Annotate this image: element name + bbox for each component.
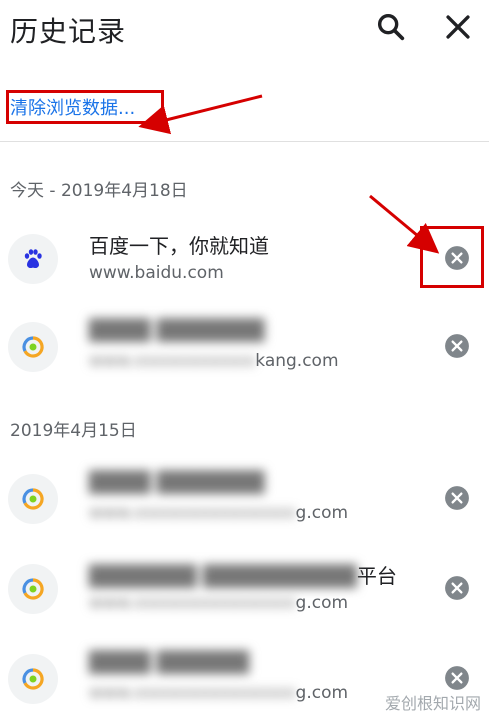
history-item-url-visible: g.com bbox=[295, 503, 349, 523]
history-item-url: www.xxxxxxxxxxxxkang.com bbox=[89, 351, 339, 371]
favicon bbox=[8, 564, 58, 614]
history-item-title-blurred: ████ ███████ bbox=[89, 470, 265, 494]
search-button[interactable] bbox=[374, 10, 408, 44]
divider bbox=[0, 141, 489, 142]
history-item-title-visible: 平台 bbox=[356, 564, 397, 588]
watermark: 爱创根知识网 bbox=[384, 694, 481, 713]
site-favicon-icon bbox=[22, 336, 44, 358]
history-item-url: www.baidu.com bbox=[89, 263, 224, 283]
history-item-url-visible: g.com bbox=[295, 683, 349, 703]
favicon bbox=[8, 474, 58, 524]
history-item[interactable]: 百度一下，你就知道 www.baidu.com bbox=[0, 218, 489, 304]
history-item[interactable]: ████ ███████ www.xxxxxxxxxxxxkang.com bbox=[0, 306, 489, 392]
page-title: 历史记录 bbox=[10, 15, 127, 48]
remove-item-button[interactable] bbox=[444, 665, 470, 691]
remove-circle-icon bbox=[445, 334, 469, 358]
annotation-highlight-remove-button bbox=[420, 226, 484, 288]
baidu-paw-icon bbox=[24, 249, 42, 268]
close-icon bbox=[446, 15, 470, 39]
section-date-label: 2019年4月15日 bbox=[10, 421, 137, 441]
remove-circle-icon bbox=[445, 576, 469, 600]
site-favicon-icon bbox=[22, 578, 44, 600]
search-icon bbox=[377, 13, 405, 41]
remove-item-button[interactable] bbox=[444, 575, 470, 601]
close-button[interactable] bbox=[441, 10, 475, 44]
app-header: 历史记录 bbox=[0, 0, 489, 62]
history-item-url: www.xxxxxxxxxxxxxxxxg.com bbox=[89, 683, 349, 703]
history-item[interactable]: ███████ ██████████平台 www.xxxxxxxxxxxxxxx… bbox=[0, 548, 489, 634]
annotation-highlight-clear-link bbox=[6, 90, 164, 124]
history-item[interactable]: ████ ███████ www.xxxxxxxxxxxxxxxxg.com bbox=[0, 458, 489, 544]
history-item-url: www.xxxxxxxxxxxxxxxxg.com bbox=[89, 503, 349, 523]
favicon bbox=[8, 322, 58, 372]
remove-circle-icon bbox=[445, 486, 469, 510]
history-item-title-blurred: ████ ██████ bbox=[89, 650, 250, 674]
history-item-title-blurred: ████ ███████ bbox=[89, 318, 265, 342]
site-favicon-icon bbox=[22, 488, 44, 510]
remove-item-button[interactable] bbox=[444, 333, 470, 359]
favicon bbox=[8, 234, 58, 284]
section-date-label: 今天 - 2019年4月18日 bbox=[10, 181, 188, 201]
favicon bbox=[8, 654, 58, 704]
remove-circle-icon bbox=[445, 666, 469, 690]
history-item-title: ███████ ██████████平台 bbox=[89, 564, 397, 588]
remove-item-button[interactable] bbox=[444, 485, 470, 511]
site-favicon-icon bbox=[22, 668, 44, 690]
history-item-url: www.xxxxxxxxxxxxxxxxg.com bbox=[89, 593, 349, 613]
history-item-url-visible: g.com bbox=[295, 593, 349, 613]
history-item-url-visible: kang.com bbox=[255, 351, 339, 371]
arrow-to-clear-link bbox=[138, 94, 263, 135]
history-item-title: 百度一下，你就知道 bbox=[89, 234, 269, 258]
